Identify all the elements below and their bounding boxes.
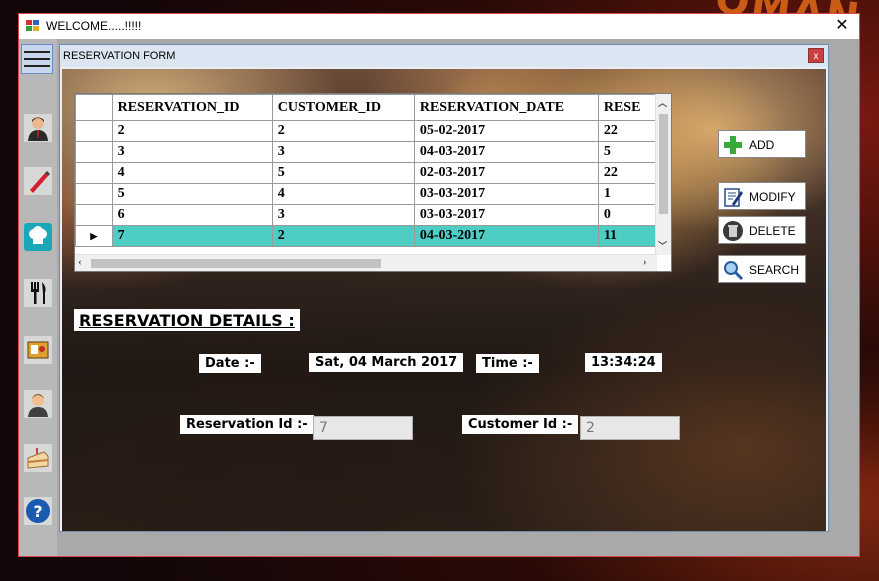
search-button-label: SEARCH <box>749 263 800 277</box>
table-cell[interactable]: 5 <box>271 162 415 184</box>
table-cell[interactable]: 05-02-2017 <box>413 120 599 142</box>
user-icon[interactable] <box>24 114 52 142</box>
customer-id-label: Customer Id :- <box>462 415 579 434</box>
row-header[interactable] <box>75 204 113 226</box>
table-cell[interactable]: 4 <box>271 183 415 205</box>
table-cell[interactable]: 5 <box>111 183 273 205</box>
table-cell[interactable]: 2 <box>271 225 415 247</box>
time-value: 13:34:24 <box>585 353 662 372</box>
add-button-label: ADD <box>749 138 775 152</box>
menu-toggle-icon[interactable] <box>21 44 53 74</box>
column-header[interactable]: RESERVATION_ID <box>111 94 273 121</box>
main-titlebar: WELCOME.....!!!!! ✕ <box>19 14 859 39</box>
row-header[interactable] <box>75 120 113 142</box>
modify-button-label: MODIFY <box>749 190 796 204</box>
reservation-table: RESERVATION_ID CUSTOMER_ID RESERVATION_D… <box>75 94 657 247</box>
search-icon <box>724 261 744 281</box>
customer-id-field[interactable]: 2 <box>580 416 680 440</box>
table-header-row: RESERVATION_ID CUSTOMER_ID RESERVATION_D… <box>75 94 657 121</box>
search-button[interactable]: SEARCH <box>718 255 806 283</box>
menu-card-icon[interactable] <box>24 336 52 364</box>
row-header-corner <box>75 94 113 121</box>
trash-icon <box>723 221 743 241</box>
date-label: Date :- <box>199 354 261 373</box>
row-header[interactable] <box>75 141 113 163</box>
sidebar: ? <box>19 39 57 556</box>
reservation-grid[interactable]: RESERVATION_ID CUSTOMER_ID RESERVATION_D… <box>74 93 672 272</box>
table-cell[interactable]: 7 <box>111 225 273 247</box>
main-window: WELCOME.....!!!!! ✕ ? RESERVATION FORM x… <box>18 13 860 557</box>
plus-icon <box>724 136 742 154</box>
column-header[interactable]: CUSTOMER_ID <box>271 94 415 121</box>
table-cell[interactable]: 6 <box>111 204 273 226</box>
scroll-right-icon[interactable]: › <box>643 256 647 268</box>
help-icon[interactable]: ? <box>24 497 52 525</box>
vertical-scroll-thumb[interactable] <box>659 114 668 214</box>
edit-note-icon <box>724 188 743 207</box>
table-cell[interactable]: 3 <box>271 141 415 163</box>
modify-button[interactable]: MODIFY <box>718 182 806 210</box>
form-area: RESERVATION_ID CUSTOMER_ID RESERVATION_D… <box>62 69 826 531</box>
table-cell[interactable]: 3 <box>111 141 273 163</box>
table-cell[interactable]: 4 <box>111 162 273 184</box>
scroll-down-icon[interactable]: ﹀ <box>658 239 667 252</box>
column-header[interactable]: RESERVATION_DATE <box>413 94 599 121</box>
table-cell[interactable]: 04-03-2017 <box>413 225 599 247</box>
column-header[interactable]: RESE <box>597 94 657 121</box>
reservation-form-title: RESERVATION FORM <box>63 50 176 62</box>
app-icon <box>26 20 39 31</box>
table-cell[interactable]: 3 <box>271 204 415 226</box>
table-row[interactable]: 5 4 03-03-2017 1 <box>75 183 657 205</box>
reservation-id-label: Reservation Id :- <box>180 415 314 434</box>
scroll-left-icon[interactable]: ‹ <box>78 256 82 268</box>
main-window-title: WELCOME.....!!!!! <box>46 19 142 33</box>
scroll-up-icon[interactable]: ︿ <box>658 96 667 109</box>
add-button[interactable]: ADD <box>718 130 806 158</box>
chef-hat-icon[interactable] <box>24 223 52 251</box>
selected-row-marker-icon[interactable]: ▶ <box>75 225 113 247</box>
table-row[interactable]: 4 5 02-03-2017 22 <box>75 162 657 184</box>
svg-text:?: ? <box>33 502 42 521</box>
table-cell[interactable]: 03-03-2017 <box>413 183 599 205</box>
table-cell[interactable]: 2 <box>111 120 273 142</box>
table-cell[interactable]: 2 <box>271 120 415 142</box>
table-cell[interactable]: 22 <box>597 120 657 142</box>
horizontal-scroll-thumb[interactable] <box>91 259 381 268</box>
table-row[interactable]: 2 2 05-02-2017 22 <box>75 120 657 142</box>
vertical-scrollbar[interactable]: ︿ ﹀ <box>655 94 671 255</box>
table-row[interactable]: 3 3 04-03-2017 5 <box>75 141 657 163</box>
reservation-form-window: RESERVATION FORM x RESERVATION_ID CUSTOM… <box>59 44 829 532</box>
delete-button[interactable]: DELETE <box>718 216 806 244</box>
table-cell[interactable]: 02-03-2017 <box>413 162 599 184</box>
cake-icon[interactable] <box>24 444 52 472</box>
pen-icon[interactable] <box>24 167 52 195</box>
date-value: Sat, 04 March 2017 <box>309 353 464 372</box>
table-cell[interactable]: 22 <box>597 162 657 184</box>
close-icon[interactable]: x <box>808 48 824 63</box>
reservation-details-heading: RESERVATION DETAILS : <box>74 309 300 331</box>
time-label: Time :- <box>476 354 539 373</box>
table-cell[interactable]: 11 <box>597 225 657 247</box>
reservation-form-titlebar: RESERVATION FORM x <box>60 45 828 67</box>
customer-icon[interactable] <box>24 390 52 418</box>
reservation-id-field[interactable]: 7 <box>313 416 413 440</box>
status-strip <box>59 534 857 554</box>
row-header[interactable] <box>75 162 113 184</box>
delete-button-label: DELETE <box>749 224 796 238</box>
horizontal-scrollbar[interactable]: ‹ › <box>75 254 657 271</box>
table-cell[interactable]: 04-03-2017 <box>413 141 599 163</box>
table-cell[interactable]: 1 <box>597 183 657 205</box>
cutlery-icon[interactable] <box>24 279 52 307</box>
table-cell[interactable]: 5 <box>597 141 657 163</box>
table-cell[interactable]: 03-03-2017 <box>413 204 599 226</box>
table-row[interactable]: 6 3 03-03-2017 0 <box>75 204 657 226</box>
close-icon[interactable]: ✕ <box>831 16 853 36</box>
row-header[interactable] <box>75 183 113 205</box>
table-row-selected[interactable]: ▶ 7 2 04-03-2017 11 <box>75 225 657 247</box>
table-cell[interactable]: 0 <box>597 204 657 226</box>
